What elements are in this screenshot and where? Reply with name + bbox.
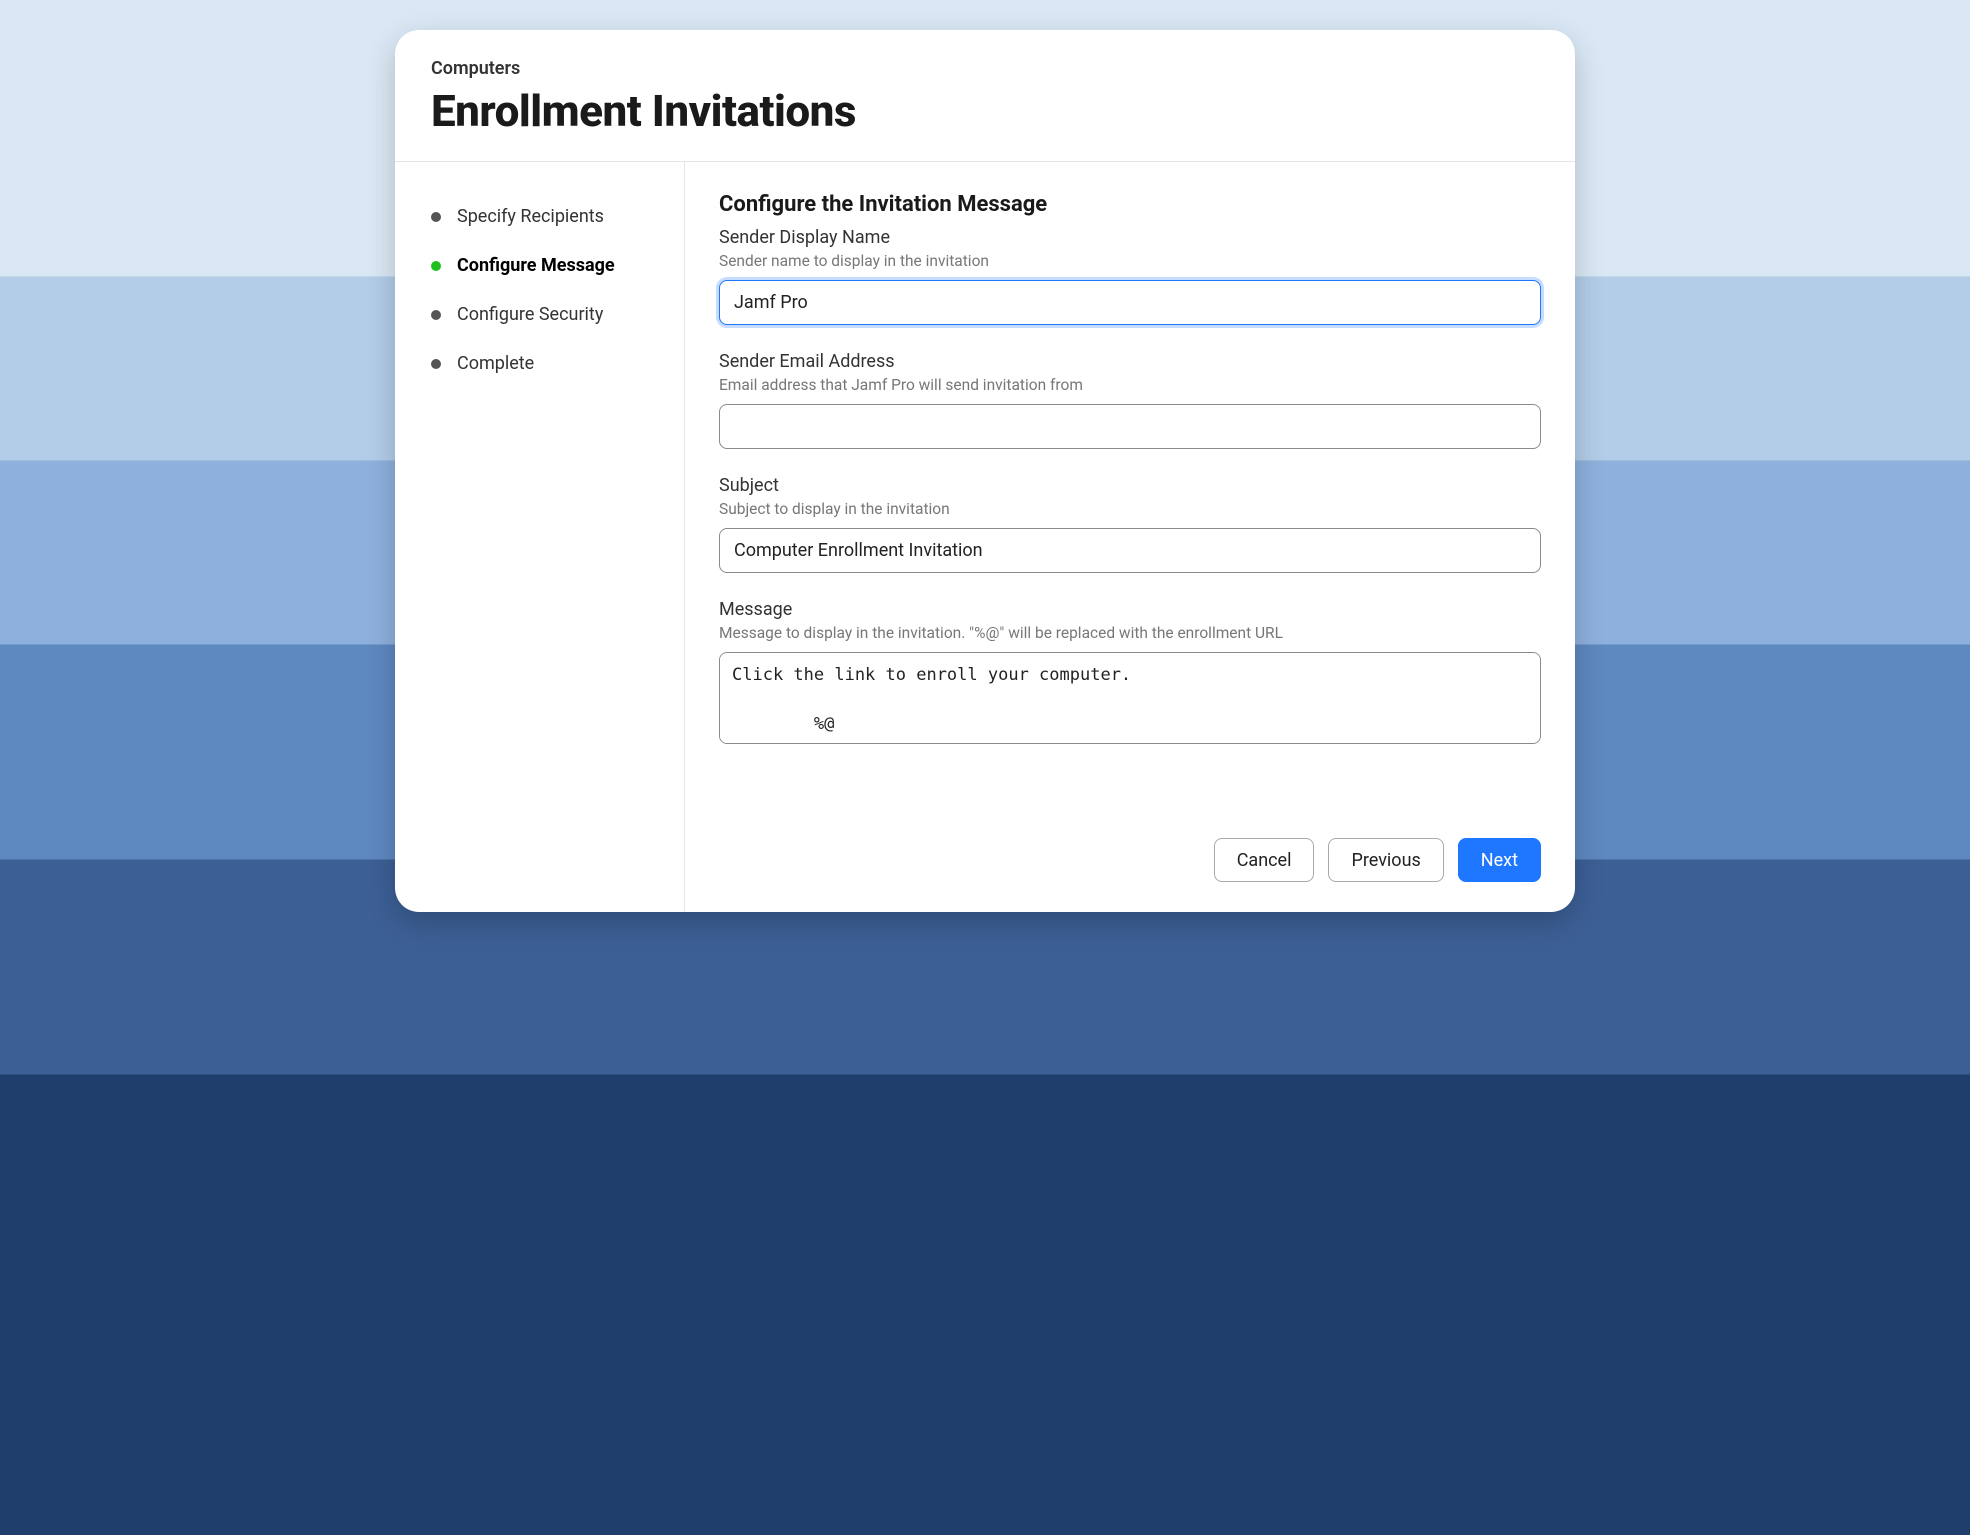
page-title: Enrollment Invitations — [431, 85, 1539, 137]
field-label: Message — [719, 599, 1541, 620]
main-content: Configure the Invitation Message Sender … — [685, 162, 1575, 912]
section-title: Configure the Invitation Message — [719, 192, 1541, 217]
main-card: Computers Enrollment Invitations Specify… — [395, 30, 1575, 912]
sender-email-input[interactable] — [719, 404, 1541, 449]
message-textarea[interactable] — [719, 652, 1541, 744]
step-dot-icon — [431, 261, 441, 271]
cancel-button[interactable]: Cancel — [1214, 838, 1315, 882]
step-label: Specify Recipients — [457, 206, 604, 227]
header: Computers Enrollment Invitations — [395, 30, 1575, 162]
field-message: Message Message to display in the invita… — [719, 599, 1541, 748]
wizard-sidebar: Specify Recipients Configure Message Con… — [395, 162, 685, 912]
footer-actions: Cancel Previous Next — [719, 808, 1541, 882]
sender-name-input[interactable] — [719, 280, 1541, 325]
field-help: Subject to display in the invitation — [719, 500, 1541, 518]
step-dot-icon — [431, 310, 441, 320]
field-help: Sender name to display in the invitation — [719, 252, 1541, 270]
field-label: Subject — [719, 475, 1541, 496]
field-sender-email: Sender Email Address Email address that … — [719, 351, 1541, 449]
field-subject: Subject Subject to display in the invita… — [719, 475, 1541, 573]
breadcrumb[interactable]: Computers — [431, 58, 1539, 79]
field-sender-name: Sender Display Name Sender name to displ… — [719, 227, 1541, 325]
field-label: Sender Email Address — [719, 351, 1541, 372]
body: Specify Recipients Configure Message Con… — [395, 162, 1575, 912]
next-button[interactable]: Next — [1458, 838, 1541, 882]
step-label: Configure Message — [457, 255, 615, 276]
step-specify-recipients[interactable]: Specify Recipients — [431, 192, 664, 241]
step-label: Configure Security — [457, 304, 603, 325]
step-configure-security[interactable]: Configure Security — [431, 290, 664, 339]
field-label: Sender Display Name — [719, 227, 1541, 248]
field-help: Message to display in the invitation. "%… — [719, 624, 1541, 642]
previous-button[interactable]: Previous — [1328, 838, 1443, 882]
step-configure-message[interactable]: Configure Message — [431, 241, 664, 290]
field-help: Email address that Jamf Pro will send in… — [719, 376, 1541, 394]
step-label: Complete — [457, 353, 534, 374]
step-dot-icon — [431, 212, 441, 222]
step-dot-icon — [431, 359, 441, 369]
subject-input[interactable] — [719, 528, 1541, 573]
step-complete[interactable]: Complete — [431, 339, 664, 388]
